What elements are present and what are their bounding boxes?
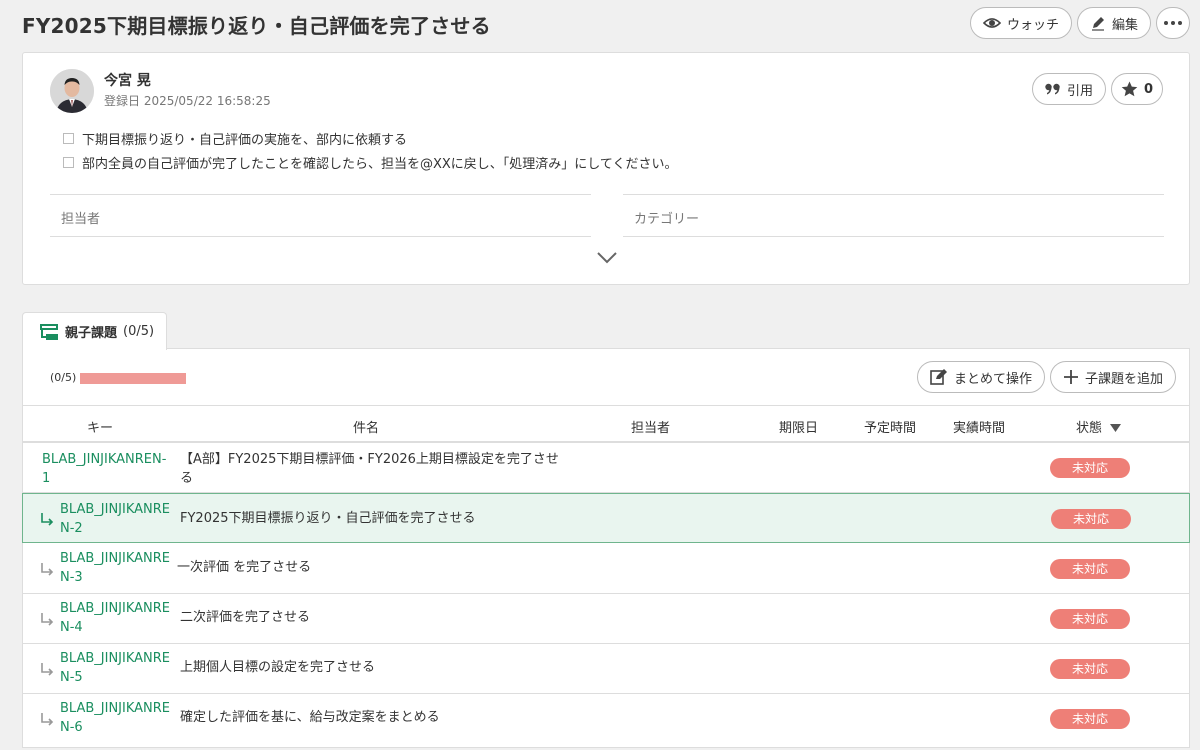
column-actual-hours[interactable]: 実績時間: [953, 417, 1005, 436]
issue-key-line: N-4: [60, 620, 83, 635]
header-actions: ウォッチ 編集: [969, 7, 1190, 39]
status-badge: 未対応: [1050, 709, 1130, 729]
table-row-selected[interactable]: BLAB_JINJIKANRE N-2 FY2025下期目標振り返り・自己評価を…: [22, 493, 1190, 543]
chevron-down-icon[interactable]: [596, 251, 618, 265]
column-key[interactable]: キー: [87, 417, 113, 436]
plus-icon: [1063, 370, 1078, 384]
eye-icon: [982, 18, 1001, 28]
author-name[interactable]: 今宮 晃: [104, 70, 151, 90]
star-count: 0: [1143, 81, 1153, 97]
pencil-icon: [1091, 17, 1104, 31]
user-portrait-icon: [50, 69, 94, 113]
watch-label: ウォッチ: [1006, 17, 1059, 33]
table-row[interactable]: BLAB_JINJIKANREN- 1 【A部】FY2025下期目標評価・FY2…: [23, 443, 1189, 493]
issue-key-line: BLAB_JINJIKANREN-: [42, 452, 167, 467]
issue-key-link[interactable]: BLAB_JINJIKANRE N-5: [60, 649, 170, 687]
table-row[interactable]: BLAB_JINJIKANRE N-6 確定した評価を基に、給与改定案をまとめる…: [23, 694, 1189, 744]
issue-subject[interactable]: 上期個人目標の設定を完了させる: [180, 658, 560, 677]
page-title: FY2025下期目標振り返り・自己評価を完了させる: [22, 14, 491, 38]
issue-card: 今宮 晃 登録日 2025/05/22 16:58:25 引用 0 下期目標振り…: [22, 52, 1190, 285]
child-arrow-icon: [41, 713, 54, 726]
bulk-edit-icon: [930, 369, 947, 385]
assignee-field: 担当者: [50, 194, 591, 237]
child-issues-panel: (0/5) まとめて操作 子課題を追加 キー 件名 担当者 期限日 予定時間 実…: [22, 348, 1190, 748]
registered-value: 2025/05/22 16:58:25: [143, 94, 271, 108]
column-planned-hours[interactable]: 予定時間: [864, 417, 916, 436]
checklist-checkbox[interactable]: [63, 156, 74, 168]
issue-key-link[interactable]: BLAB_JINJIKANRE N-3: [60, 549, 170, 587]
child-arrow-icon: [41, 663, 54, 676]
issue-key-link[interactable]: BLAB_JINJIKANREN- 1: [42, 450, 166, 488]
status-badge: 未対応: [1050, 609, 1130, 629]
quote-label: 引用: [1066, 83, 1093, 99]
quote-button[interactable]: 引用: [1031, 73, 1106, 105]
add-child-button[interactable]: 子課題を追加: [1049, 361, 1176, 393]
issue-key-line: BLAB_JINJIKANRE: [60, 601, 170, 616]
table-header: キー 件名 担当者 期限日 予定時間 実績時間 状態: [23, 405, 1189, 443]
tab-label: 親子課題: [65, 326, 118, 341]
quote-icon: [1045, 83, 1060, 95]
issue-key-line: N-6: [60, 720, 83, 735]
issue-key-line: N-3: [60, 570, 83, 585]
issue-subject[interactable]: 二次評価を完了させる: [180, 608, 560, 627]
issue-key-line: 1: [42, 471, 51, 486]
status-badge: 未対応: [1050, 458, 1130, 478]
checklist: 下期目標振り返り・自己評価の実施を、部内に依頼する 部内全員の自己評価が完了した…: [63, 126, 678, 174]
issue-key-link[interactable]: BLAB_JINJIKANRE N-2: [60, 500, 170, 538]
avatar[interactable]: [50, 69, 94, 113]
more-icon: [1164, 21, 1182, 25]
checklist-item: 下期目標振り返り・自己評価の実施を、部内に依頼する: [63, 126, 678, 150]
issue-subject[interactable]: 確定した評価を基に、給与改定案をまとめる: [180, 708, 560, 727]
category-field: カテゴリー: [623, 194, 1164, 237]
child-arrow-icon: [41, 563, 54, 576]
progress-label: (0/5): [50, 371, 77, 384]
column-subject[interactable]: 件名: [353, 417, 379, 436]
sort-down-icon: [1110, 424, 1122, 432]
progress-bar: [80, 373, 186, 384]
card-actions: 引用 0: [1031, 73, 1163, 105]
child-arrow-icon: [41, 513, 54, 526]
registered-date: 登録日 2025/05/22 16:58:25: [104, 92, 271, 109]
registered-label: 登録日: [104, 94, 141, 108]
issue-key-line: N-5: [60, 670, 83, 685]
edit-label: 編集: [1111, 17, 1138, 33]
checklist-text: 下期目標振り返り・自己評価の実施を、部内に依頼する: [82, 132, 408, 148]
issue-key-line: BLAB_JINJIKANRE: [60, 701, 170, 716]
column-assignee[interactable]: 担当者: [631, 417, 670, 436]
edit-button[interactable]: 編集: [1076, 7, 1151, 39]
tab-child-issues[interactable]: 親子課題 (0/5): [22, 312, 167, 350]
column-status-label: 状態: [1076, 421, 1103, 436]
checklist-item: 部内全員の自己評価が完了したことを確認したら、担当を@XXに戻し、「処理済み」に…: [63, 150, 678, 174]
issue-key-link[interactable]: BLAB_JINJIKANRE N-4: [60, 599, 170, 637]
bulk-action-button[interactable]: まとめて操作: [916, 361, 1045, 393]
star-button[interactable]: 0: [1110, 73, 1163, 105]
star-icon: [1121, 81, 1138, 97]
issue-key-line: BLAB_JINJIKANRE: [60, 502, 170, 517]
table-row[interactable]: BLAB_JINJIKANRE N-5 上期個人目標の設定を完了させる 未対応: [23, 644, 1189, 694]
add-child-label: 子課題を追加: [1084, 371, 1163, 387]
issue-key-link[interactable]: BLAB_JINJIKANRE N-6: [60, 699, 170, 737]
panel-actions: まとめて操作 子課題を追加: [916, 361, 1176, 393]
issue-key-line: BLAB_JINJIKANRE: [60, 651, 170, 666]
table-row[interactable]: BLAB_JINJIKANRE N-4 二次評価を完了させる 未対応: [23, 594, 1189, 644]
issue-key-line: N-2: [60, 521, 83, 536]
tree-icon: [40, 323, 58, 340]
child-arrow-icon: [41, 613, 54, 626]
more-button[interactable]: [1156, 7, 1190, 39]
issue-subject[interactable]: FY2025下期目標振り返り・自己評価を完了させる: [180, 509, 560, 528]
checklist-text: 部内全員の自己評価が完了したことを確認したら、担当を@XXに戻し、「処理済み」に…: [82, 156, 678, 172]
checklist-checkbox[interactable]: [63, 132, 74, 144]
status-badge: 未対応: [1051, 509, 1131, 529]
column-status[interactable]: 状態: [1076, 417, 1122, 436]
bulk-action-label: まとめて操作: [953, 371, 1032, 387]
column-due-date[interactable]: 期限日: [779, 417, 818, 436]
status-badge: 未対応: [1050, 559, 1130, 579]
issue-subject[interactable]: 一次評価 を完了させる: [177, 558, 557, 577]
table-row[interactable]: BLAB_JINJIKANRE N-3 一次評価 を完了させる 未対応: [23, 544, 1189, 594]
issue-subject[interactable]: 【A部】FY2025下期目標評価・FY2026上期目標設定を完了させる: [180, 450, 560, 488]
status-badge: 未対応: [1050, 659, 1130, 679]
tab-count: (0/5): [123, 324, 155, 339]
issue-key-line: BLAB_JINJIKANRE: [60, 551, 170, 566]
watch-button[interactable]: ウォッチ: [969, 7, 1072, 39]
